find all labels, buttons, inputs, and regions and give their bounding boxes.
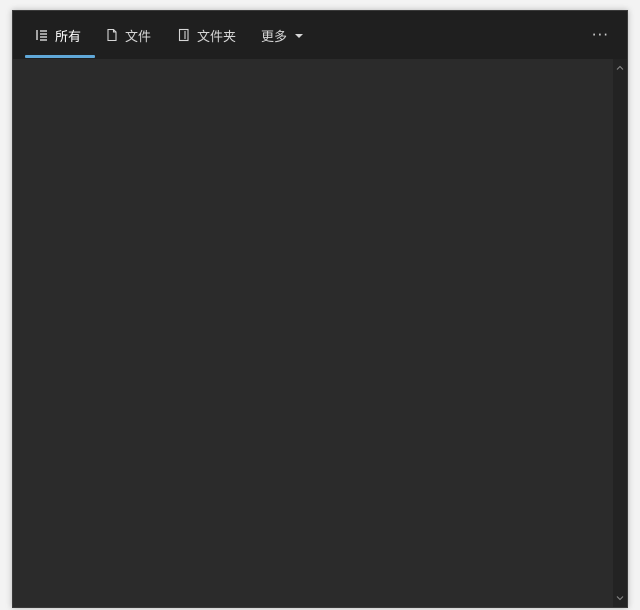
- ellipsis-icon: ···: [591, 26, 609, 44]
- tab-files-label: 文件: [125, 29, 152, 45]
- tab-all-label: 所有: [55, 29, 82, 45]
- tab-folders[interactable]: 文件夹: [177, 11, 236, 59]
- folder-icon: [177, 28, 191, 42]
- more-options-button[interactable]: ···: [592, 11, 609, 59]
- tab-all[interactable]: 所有: [35, 11, 81, 59]
- tab-files[interactable]: 文件: [105, 11, 151, 59]
- results-pane: [13, 59, 613, 607]
- search-results-window: 所有 文件 文件夹 更多 ···: [12, 10, 628, 608]
- active-tab-indicator: [25, 55, 95, 58]
- file-icon: [105, 28, 119, 42]
- chevron-down-icon[interactable]: [613, 591, 627, 605]
- chevron-up-icon[interactable]: [613, 61, 627, 75]
- tab-more-label: 更多: [261, 29, 288, 45]
- tab-more-dropdown[interactable]: 更多: [261, 11, 304, 59]
- filter-tab-bar: 所有 文件 文件夹 更多 ···: [13, 11, 627, 59]
- list-icon: [35, 28, 49, 42]
- caret-down-icon: [295, 31, 304, 39]
- tab-folders-label: 文件夹: [197, 29, 237, 45]
- vertical-scrollbar[interactable]: [613, 59, 627, 607]
